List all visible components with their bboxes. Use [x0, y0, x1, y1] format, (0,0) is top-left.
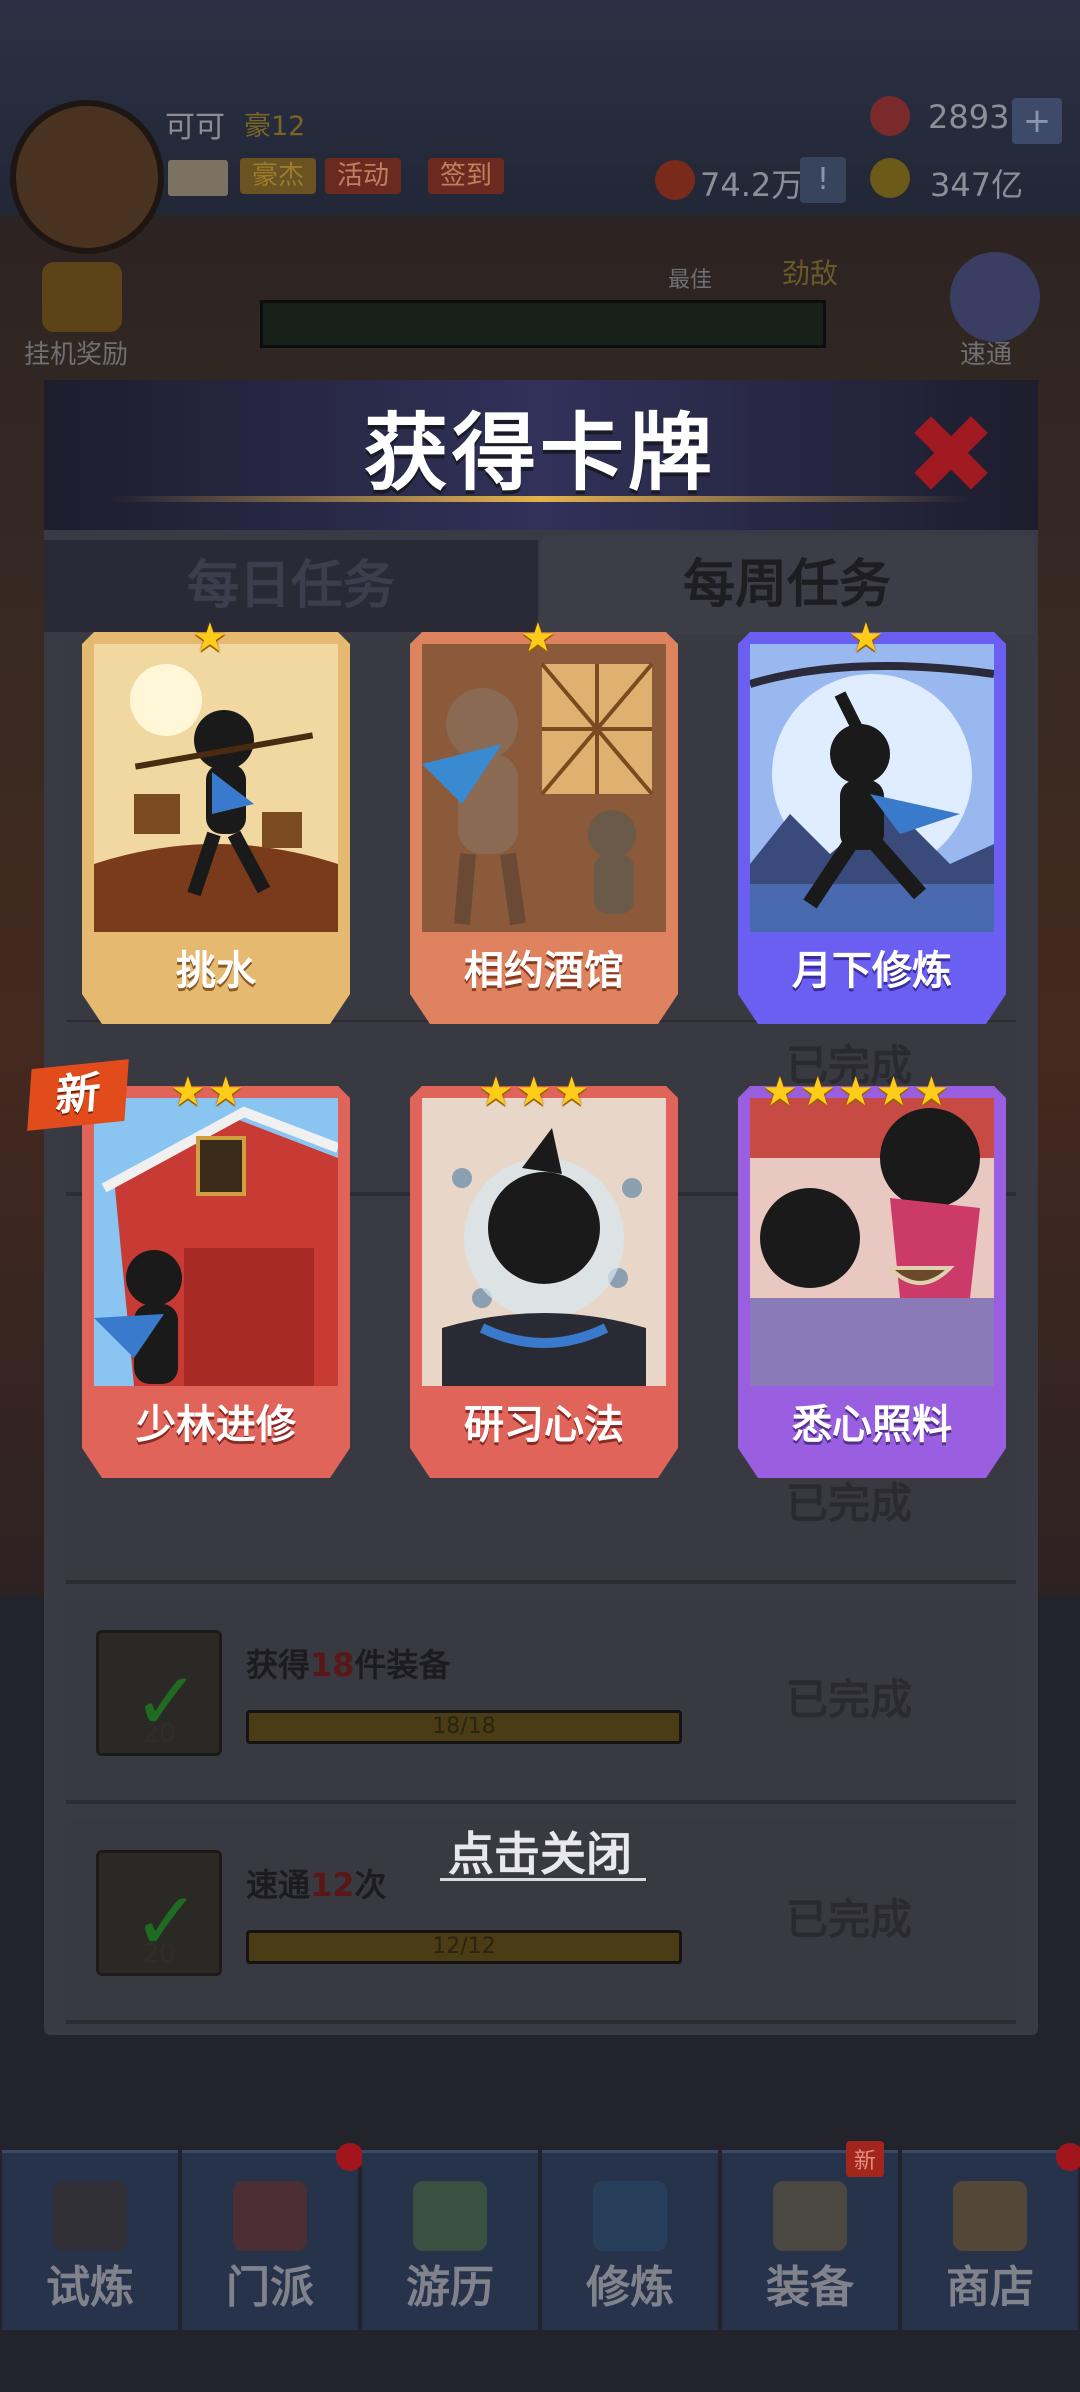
treasure-chest-icon[interactable] — [42, 262, 122, 332]
quest-status: 已完成 — [786, 1479, 913, 1528]
quest-progress-bar: 12/12 — [246, 1930, 682, 1964]
stage-progress-bar — [260, 300, 826, 348]
quest-description: 获得18件装备 — [246, 1646, 451, 1684]
star-icon: ★ — [520, 615, 556, 661]
best-label: 最佳 — [668, 268, 713, 293]
card-stars: ★ ★ — [170, 1072, 244, 1112]
card-art — [422, 644, 666, 932]
player-rank: 豪12 — [244, 111, 306, 142]
quick-battle-icon[interactable] — [950, 252, 1040, 342]
nav-label: 商店 — [946, 2262, 1034, 2313]
mail-icon[interactable] — [168, 160, 228, 196]
card-name: 悉心照料 — [792, 1402, 952, 1448]
card-art — [750, 1098, 994, 1386]
star-icon: ★ — [848, 615, 884, 661]
bottom-navigation: 试炼 门派 游历 修炼 装备 新 商店 — [0, 2141, 1080, 2330]
underline — [440, 1878, 646, 1881]
card-art — [94, 644, 338, 932]
card-shaolin-jinxiu[interactable]: 少林进修 — [82, 1086, 350, 1478]
nav-shop[interactable]: 商店 — [902, 2143, 1080, 2330]
star-icon: ★ — [913, 1069, 950, 1115]
card-art — [750, 644, 994, 932]
tab-weekly-quests[interactable]: 每周任务 — [540, 535, 1034, 635]
star-icon: ★ — [478, 1069, 514, 1115]
card-name: 相约酒馆 — [464, 948, 624, 994]
ninja-icon — [53, 2181, 127, 2251]
card-xiangyue-jiuguan[interactable]: 相约酒馆 — [410, 632, 678, 1024]
star-icon: ★ — [837, 1069, 874, 1115]
star-icon: ★ — [192, 615, 228, 661]
card-xixin-zhaoliao[interactable]: 悉心照料 — [738, 1086, 1006, 1478]
tap-to-close-button[interactable]: 点击关闭 — [0, 1818, 1080, 1884]
card-name: 挑水 — [176, 948, 256, 994]
nav-label: 装备 — [766, 2262, 854, 2313]
card-stars: ★ ★ ★ ★ ★ — [762, 1072, 949, 1112]
card-name: 研习心法 — [464, 1402, 624, 1448]
power-value: 74.2万 — [700, 166, 804, 204]
event-button[interactable]: 活动 — [325, 158, 402, 194]
star-icon: ★ — [799, 1069, 836, 1115]
reward-amount: 20 — [142, 1939, 176, 1969]
nav-label: 修炼 — [586, 2262, 674, 2313]
card-yanxi-xinfa[interactable]: 研习心法 — [410, 1086, 678, 1478]
power-info-button[interactable]: ! — [800, 157, 846, 203]
quest-progress-bar: 18/18 — [246, 1710, 682, 1744]
new-badge: 新 — [27, 1059, 129, 1131]
star-icon: ★ — [762, 1069, 798, 1115]
sword-icon — [773, 2181, 847, 2251]
player-name: 可可 — [165, 110, 225, 145]
card-stars: ★ ★ ★ — [478, 1072, 590, 1112]
tab-daily-quests[interactable]: 每日任务 — [44, 540, 538, 632]
gold-coin-icon — [870, 158, 910, 198]
nav-travel[interactable]: 游历 — [362, 2150, 538, 2330]
power-icon — [655, 160, 695, 200]
card-stars: ★ — [520, 618, 556, 658]
nav-equipment[interactable]: 装备 新 — [722, 2141, 898, 2330]
scroll-icon — [593, 2181, 667, 2251]
star-icon: ★ — [170, 1069, 206, 1115]
player-avatar[interactable] — [10, 100, 164, 254]
card-name: 月下修炼 — [792, 948, 952, 994]
nav-label: 试炼 — [46, 2262, 134, 2313]
nav-label: 门派 — [226, 2262, 314, 2313]
gold-count: 347亿 — [930, 166, 1024, 204]
card-stars: ★ — [192, 618, 228, 658]
gem-count: 2893 — [928, 98, 1010, 136]
card-name: 少林进修 — [136, 1402, 296, 1448]
card-yuexia-xiulian[interactable]: 月下修炼 — [738, 632, 1006, 1024]
quick-battle-label: 速通 — [960, 340, 1013, 370]
notification-dot — [336, 2143, 364, 2171]
nav-cultivate[interactable]: 修炼 — [542, 2150, 718, 2330]
star-icon: ★ — [207, 1069, 244, 1115]
quest-row: ✓ 20 获得18件装备 18/18 已完成 — [66, 1600, 1016, 1804]
hangup-reward-label: 挂机奖励 — [24, 340, 129, 370]
reward-amount: 20 — [142, 1719, 176, 1749]
close-icon[interactable]: ✖ — [905, 400, 997, 510]
card-art — [422, 1098, 666, 1386]
quest-status: 已完成 — [786, 1675, 913, 1724]
landscape-icon — [413, 2181, 487, 2251]
nav-label: 游历 — [406, 2262, 494, 2313]
gem-icon — [870, 96, 910, 136]
card-tiaoshui[interactable]: 挑水 — [82, 632, 350, 1024]
nav-sect[interactable]: 门派 — [182, 2143, 364, 2330]
new-badge: 新 — [845, 2141, 884, 2177]
temple-icon — [233, 2181, 307, 2251]
quest-status: 已完成 — [786, 1895, 913, 1944]
hero-button[interactable]: 豪杰 — [240, 158, 317, 194]
notification-dot — [1056, 2143, 1080, 2171]
reward-icon: ✓ 20 — [96, 1630, 222, 1756]
nav-trial[interactable]: 试炼 — [2, 2150, 178, 2330]
card-art — [94, 1098, 338, 1386]
star-icon: ★ — [515, 1069, 552, 1115]
shop-icon — [953, 2181, 1027, 2251]
star-icon: ★ — [553, 1069, 590, 1115]
add-gems-button[interactable]: + — [1012, 98, 1062, 144]
checkin-button[interactable]: 签到 — [428, 158, 505, 194]
rival-label: 劲敌 — [782, 257, 839, 290]
star-icon: ★ — [875, 1069, 912, 1115]
card-stars: ★ — [848, 618, 884, 658]
